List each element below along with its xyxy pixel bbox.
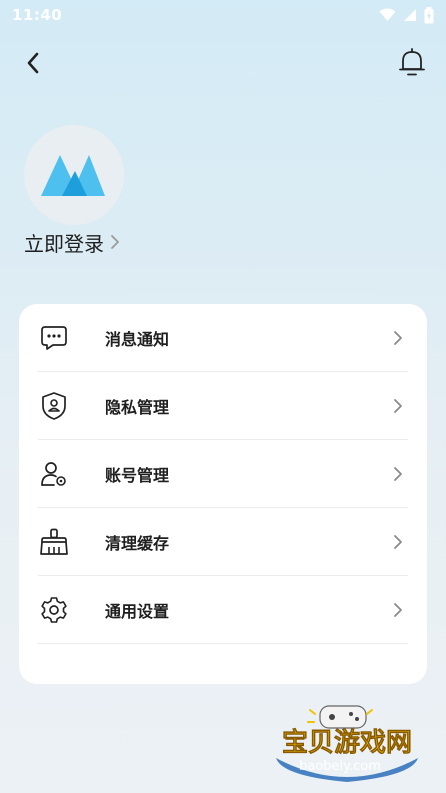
chevron-left-icon [27,52,39,74]
chevron-right-icon [388,396,408,416]
chevron-right-icon [388,328,408,348]
wifi-icon [379,8,396,21]
login-link[interactable]: 立即登录 [24,226,120,258]
menu-item-label: 清理缓存 [105,533,170,553]
bell-icon [399,48,425,76]
menu-item-label: 账号管理 [105,465,170,485]
signal-icon [404,9,416,21]
menu-item-label: 隐私管理 [105,397,170,417]
watermark-logo: 宝贝游戏网 baobeiy.com [276,705,418,782]
menu-item-label: 通用设置 [105,601,170,621]
settings-menu-card: 消息通知 隐私管理 账号管理 清理缓存 通用设置 [19,304,427,684]
message-icon [39,323,69,353]
gear-icon [39,595,69,625]
menu-item-clear-cache[interactable]: 清理缓存 [38,508,408,576]
watermark-title: 宝贝游戏网 [282,727,412,758]
avatar[interactable] [24,125,124,225]
status-bar: 11:40 [0,0,446,30]
battery-icon [424,6,434,23]
chevron-right-icon [111,235,119,249]
chevron-right-icon [388,532,408,552]
shield-user-icon [39,391,69,421]
menu-item-privacy[interactable]: 隐私管理 [38,372,408,440]
login-label: 立即登录 [24,231,104,256]
watermark-url: baobeiy.com [299,759,381,774]
menu-item-general-settings[interactable]: 通用设置 [38,576,408,644]
broom-icon [39,527,69,557]
app-logo-icon [41,155,105,196]
menu-item-notifications[interactable]: 消息通知 [38,304,408,372]
status-icons [379,6,434,24]
menu-item-label: 消息通知 [105,329,170,349]
menu-item-account[interactable]: 账号管理 [38,440,408,508]
back-button[interactable] [18,48,48,78]
chevron-right-icon [388,464,408,484]
user-gear-icon [39,459,69,489]
chevron-right-icon [388,600,408,620]
status-time: 11:40 [12,6,63,24]
notification-bell-button[interactable] [396,46,428,80]
